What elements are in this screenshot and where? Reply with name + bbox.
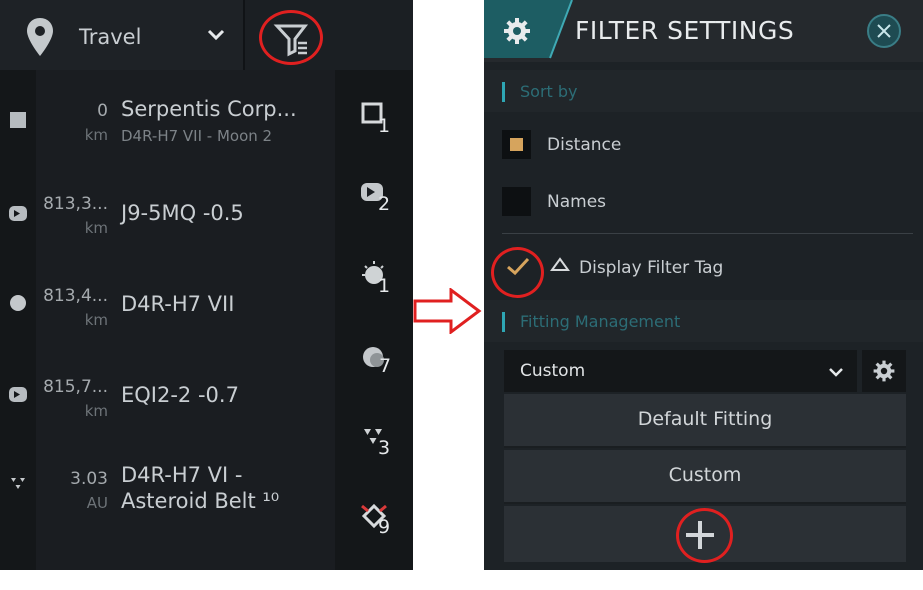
distance-value: 813,3... [43,194,108,214]
distance-unit: km [84,219,108,237]
annotation-circle [491,247,544,298]
close-icon [877,24,891,38]
section-accent-bar [502,312,505,332]
tag-count: 2 [378,193,391,215]
item-name: Serpentis Corp... [121,97,297,121]
item-name: J9-5MQ -0.5 [121,201,244,225]
section-title: Fitting Management [520,312,681,331]
gear-icon [504,18,530,44]
chevron-down-icon [207,29,225,41]
section-accent-bar [502,82,505,102]
radio-selected-indicator [510,138,523,151]
planet-icon [10,295,26,311]
annotation-circle [259,10,323,65]
list-item[interactable]: 0 km Serpentis Corp... D4R-H7 VII - Moon… [0,73,413,163]
stargate-icon [9,387,27,402]
tag-count: 7 [379,355,392,377]
sort-option-label: Distance [547,135,622,155]
panel-title: FILTER SETTINGS [575,16,795,45]
section-title: Sort by [520,82,578,101]
chevron-down-icon [829,368,843,377]
divider [502,233,913,234]
travel-dropdown[interactable]: Travel [0,0,245,70]
tag-count: 3 [378,437,391,459]
fitting-management-section-header: Fitting Management [484,300,923,342]
filter-settings-header: FILTER SETTINGS [484,0,923,62]
display-filter-tag-label: Display Filter Tag [579,258,724,278]
item-location: D4R-H7 VII - Moon 2 [121,127,273,145]
item-name: D4R-H7 VI - [121,463,243,487]
sort-by-section-header: Sort by [484,70,923,112]
close-button[interactable] [867,14,901,48]
display-filter-tag-toggle[interactable]: Display Filter Tag [484,245,923,289]
list-item[interactable]: 813,4... km D4R-H7 VII 1 [0,255,413,345]
fitting-settings-button[interactable] [862,350,906,392]
fitting-item-default[interactable]: Default Fitting [504,394,906,448]
stargate-icon [9,206,27,221]
distance-value: 815,7... [43,377,108,397]
station-icon [10,112,26,128]
item-name: EQI2-2 -0.7 [121,383,239,407]
fitting-item-label: Custom [668,464,742,486]
fitting-dropdown-value: Custom [520,361,586,381]
filter-settings-panel: FILTER SETTINGS Sort by Distance Names D… [484,0,923,570]
radio-box [502,187,531,216]
travel-dropdown-label: Travel [79,25,142,49]
annotation-circle [676,508,733,563]
sort-option-label: Names [547,192,607,212]
fitting-dropdown[interactable]: Custom [504,350,857,392]
distance-unit: km [84,311,108,329]
tag-count: 1 [378,275,391,297]
distance-unit: km [84,126,108,144]
fitting-item-custom[interactable]: Custom [504,450,906,504]
tag-count: 9 [378,516,391,538]
list-item[interactable]: 815,7... km EQI2-2 -0.7 7 [0,345,413,435]
overview-header: Travel [0,0,413,70]
fitting-item-label: Default Fitting [637,408,773,430]
sort-option-distance[interactable]: Distance [484,125,923,165]
distance-value: 3.03 [70,469,108,489]
overview-panel: Travel 0 km Serpentis Corp... D4R-H7 VII… [0,0,413,570]
gear-icon [873,360,895,382]
location-pin-icon [27,18,53,56]
tag-count: 1 [378,115,391,137]
filter-tag-icon [550,257,570,271]
list-item[interactable]: 9 [0,500,413,590]
list-item[interactable]: 813,3... km J9-5MQ -0.5 2 [0,165,413,255]
sort-option-names[interactable]: Names [484,182,923,222]
distance-unit: km [84,402,108,420]
asteroid-belt-icon [11,478,25,489]
distance-value: 813,4... [43,286,108,306]
distance-value: 0 [97,101,108,121]
radio-box [502,130,531,159]
item-name: D4R-H7 VII [121,292,235,316]
arrow-right-icon [413,288,482,334]
